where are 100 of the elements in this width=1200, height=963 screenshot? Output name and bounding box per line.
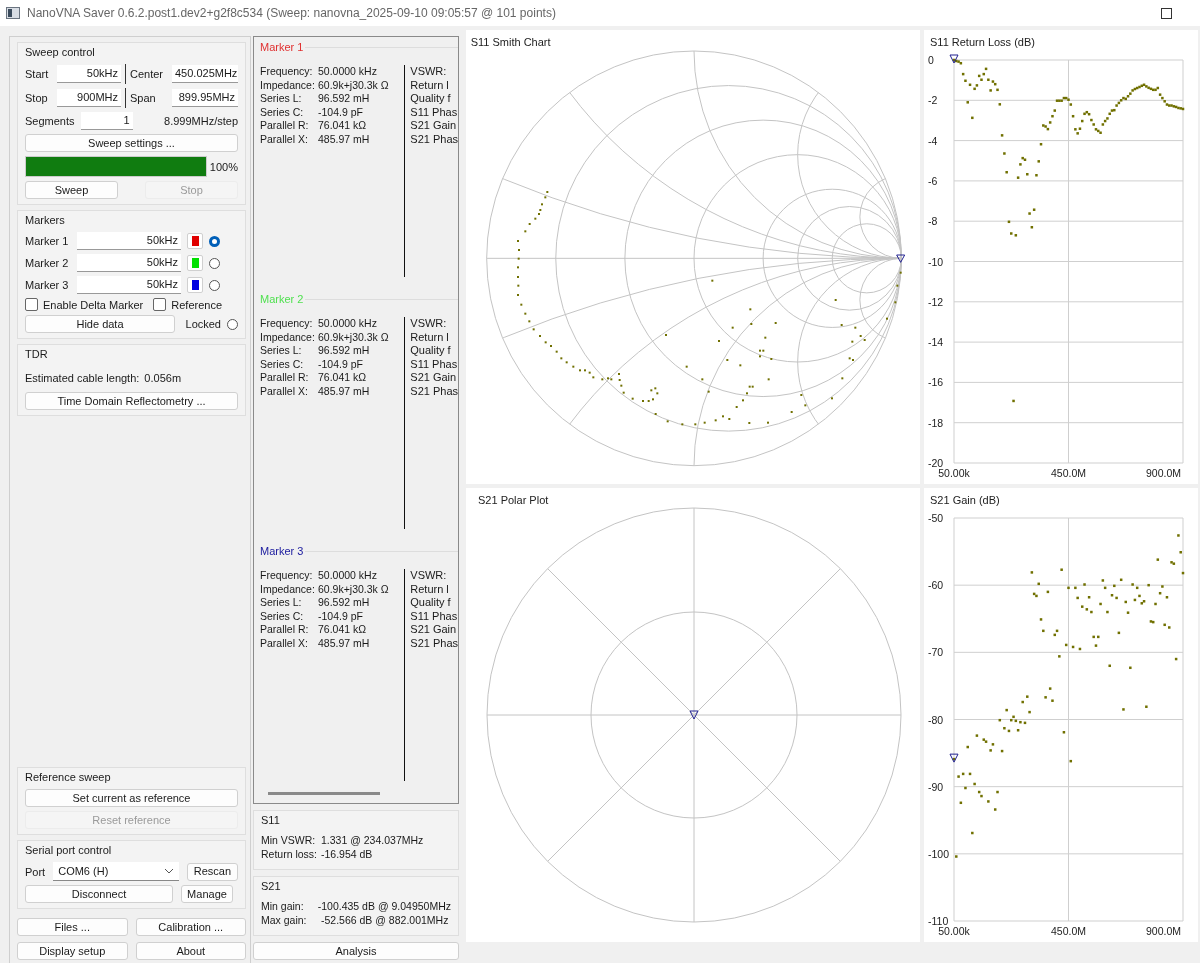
- field-label: Series L:: [260, 92, 303, 106]
- locked-label: Locked: [185, 318, 221, 330]
- y-tick-label: -2: [928, 94, 938, 107]
- field-label: Impedance:: [260, 582, 316, 596]
- field-value: 50.0000 kHz: [318, 569, 377, 583]
- disconnect-button[interactable]: Disconnect: [25, 885, 173, 903]
- field-label: S21 Phas: [410, 132, 458, 146]
- field-value: -104.9 pF: [318, 105, 363, 119]
- segments-field[interactable]: 1: [80, 112, 133, 130]
- field-value: 76.041 kΩ: [318, 623, 367, 637]
- start-field[interactable]: 50kHz: [57, 65, 121, 83]
- marker-label: Marker 2: [25, 257, 70, 269]
- field-label: Min VSWR:: [261, 834, 317, 848]
- field-label: VSWR:: [410, 569, 448, 583]
- field-value: 76.041 kΩ: [318, 119, 367, 133]
- field-value: 96.592 mH: [318, 344, 370, 358]
- field-label: Frequency:: [260, 65, 314, 79]
- y-tick-label: -10: [928, 255, 944, 268]
- center-field[interactable]: 450.025MHz: [172, 65, 238, 83]
- chart-title: S21 Gain (dB): [930, 494, 1000, 506]
- y-tick-label: -70: [928, 646, 944, 659]
- field-value: 96.592 mH: [318, 92, 370, 106]
- analysis-button[interactable]: Analysis: [253, 942, 459, 960]
- marker-title: Marker 3: [260, 545, 304, 557]
- marker-frequency-field[interactable]: 50kHz: [77, 232, 181, 250]
- field-label: Series L:: [260, 344, 303, 358]
- y-tick-label: -20: [928, 457, 944, 469]
- field-value: 1.331 @ 234.037MHz: [321, 834, 424, 848]
- y-tick-label: -4: [928, 134, 938, 147]
- y-tick-label: -80: [928, 713, 944, 726]
- toolbar-button[interactable]: Files ...: [17, 918, 128, 936]
- sweep-button[interactable]: Sweep: [25, 181, 118, 199]
- field-label: Return l: [410, 78, 450, 92]
- field-value: 485.97 mH: [318, 636, 370, 650]
- field-value: 60.9k+j30.3k Ω: [318, 78, 389, 92]
- marker-title: Marker 2: [260, 293, 304, 305]
- field-label: S21 Gain: [410, 119, 458, 133]
- y-tick-label: -100: [928, 847, 949, 860]
- x-tick-label: 50.00k: [938, 925, 970, 937]
- field-label: Segments: [25, 115, 75, 127]
- field-label: Span: [130, 92, 157, 104]
- field-label: Series L:: [260, 596, 303, 610]
- hide-data-button[interactable]: Hide data: [25, 315, 175, 333]
- marker-frequency-field[interactable]: 50kHz: [77, 276, 181, 294]
- field-label: S21 Gain: [410, 371, 458, 385]
- tdr-button[interactable]: Time Domain Reflectometry ...: [25, 392, 238, 410]
- field-label: S21 Phas: [410, 384, 458, 398]
- reference-button[interactable]: Set current as reference: [25, 789, 238, 807]
- field-label: VSWR:: [410, 317, 448, 331]
- field-label: Series C:: [260, 357, 305, 371]
- x-tick-label: 450.0M: [1051, 467, 1086, 479]
- y-tick-label: -12: [928, 295, 944, 308]
- span-field[interactable]: 899.95MHz: [172, 89, 238, 107]
- sweep-settings-button[interactable]: Sweep settings ...: [25, 134, 238, 152]
- marker-title: Marker 1: [260, 41, 304, 53]
- field-label: Parallel X:: [260, 636, 309, 650]
- field-label: Quality f: [410, 92, 452, 106]
- field-label: Quality f: [410, 596, 452, 610]
- group-title: S11: [261, 814, 280, 826]
- field-value: 60.9k+j30.3k Ω: [318, 330, 389, 344]
- toolbar-button[interactable]: Calibration ...: [135, 918, 246, 936]
- toolbar-button[interactable]: About: [135, 942, 246, 960]
- field-value: 50.0000 kHz: [318, 65, 377, 79]
- field-value: -104.9 pF: [318, 357, 363, 371]
- field-label: Quality f: [410, 344, 452, 358]
- field-label: Stop: [25, 92, 49, 104]
- field-label: Series C:: [260, 105, 305, 119]
- group-title: S21: [261, 880, 281, 892]
- y-tick-label: -6: [928, 174, 938, 187]
- field-value: 96.592 mH: [318, 596, 370, 610]
- y-tick-label: -60: [928, 579, 944, 592]
- progress-percent: 100%: [209, 160, 238, 173]
- rescan-button[interactable]: Rescan: [186, 862, 238, 881]
- group-title: Sweep control: [25, 46, 95, 58]
- field-value: -100.435 dB @ 9.04950MHz: [317, 900, 451, 914]
- field-label: Return loss:: [261, 847, 319, 861]
- y-tick-label: -16: [928, 376, 944, 389]
- field-label: Start: [25, 68, 50, 80]
- field-label: Parallel X:: [260, 132, 309, 146]
- manage-button[interactable]: Manage: [181, 885, 233, 903]
- field-label: Series C:: [260, 609, 305, 623]
- cable-length-label: Estimated cable length:: [25, 372, 140, 384]
- marker-label: Marker 3: [25, 279, 70, 291]
- marker-label: Marker 1: [25, 235, 70, 247]
- stop-field[interactable]: 900MHz: [57, 89, 121, 107]
- port-label: Port: [25, 865, 46, 878]
- y-tick-label: -50: [928, 512, 944, 524]
- y-tick-label: -14: [928, 336, 944, 349]
- field-label: VSWR:: [410, 65, 448, 79]
- toolbar-button[interactable]: Display setup: [17, 942, 128, 960]
- chart-title: S11 Return Loss (dB): [930, 36, 1035, 48]
- step-text: 8.999MHz/step: [164, 115, 238, 127]
- field-label: Impedance:: [260, 78, 316, 92]
- marker-frequency-field[interactable]: 50kHz: [77, 254, 181, 272]
- y-tick-label: -90: [928, 780, 944, 793]
- field-label: Frequency:: [260, 317, 314, 331]
- cable-length-value: 0.056m: [144, 372, 182, 384]
- x-tick-label: 900.0M: [1145, 925, 1181, 937]
- field-label: S21 Gain: [410, 623, 458, 637]
- port-dropdown[interactable]: COM6 (H): [53, 862, 179, 881]
